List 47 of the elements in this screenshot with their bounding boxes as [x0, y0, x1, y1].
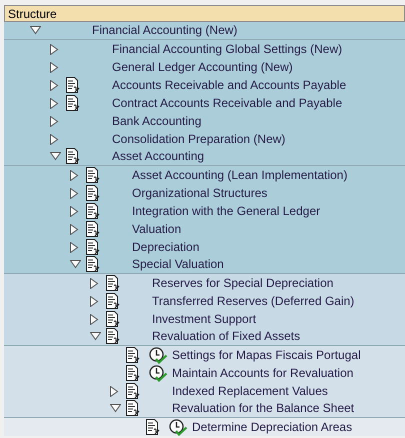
document-icon [85, 256, 102, 273]
document-icon [65, 76, 82, 94]
caret-right-icon[interactable] [50, 98, 59, 108]
document-icon [65, 148, 82, 165]
caret-right-icon[interactable] [70, 170, 79, 180]
document-icon [65, 94, 82, 112]
document-icon [85, 238, 102, 256]
tree-item[interactable]: Asset Accounting [112, 149, 204, 164]
document-icon [145, 418, 162, 436]
caret-right-icon[interactable] [70, 242, 79, 252]
caret-right-icon[interactable] [50, 44, 59, 54]
caret-right-icon[interactable] [70, 206, 79, 216]
tree-item[interactable]: Depreciation [132, 240, 200, 254]
caret-right-icon[interactable] [50, 62, 59, 72]
caret-right-icon[interactable] [50, 80, 59, 90]
clock-check-icon [149, 364, 168, 382]
caret-down-icon[interactable] [50, 152, 61, 161]
document-icon [85, 220, 102, 238]
document-icon [125, 382, 142, 400]
document-icon [125, 346, 142, 364]
tree-item[interactable]: Valuation [132, 222, 182, 236]
clock-check-icon [169, 418, 188, 436]
caret-right-icon[interactable] [90, 314, 99, 324]
document-icon [105, 274, 122, 292]
document-icon [85, 184, 102, 202]
document-icon [125, 400, 142, 417]
clock-check-icon [149, 346, 168, 364]
document-icon [125, 364, 142, 382]
caret-right-icon[interactable] [70, 188, 79, 198]
caret-right-icon[interactable] [110, 386, 119, 396]
caret-right-icon[interactable] [70, 224, 79, 234]
document-icon [105, 292, 122, 310]
caret-right-icon[interactable] [50, 134, 59, 144]
caret-down-icon[interactable] [70, 260, 81, 269]
caret-right-icon[interactable] [90, 296, 99, 306]
caret-down-icon[interactable] [110, 404, 121, 413]
caret-down-icon[interactable] [30, 26, 41, 35]
caret-down-icon[interactable] [90, 332, 101, 341]
caret-right-icon[interactable] [90, 278, 99, 288]
tree-item[interactable]: Bank Accounting [112, 114, 202, 128]
caret-right-icon[interactable] [50, 116, 59, 126]
document-icon [85, 202, 102, 220]
document-icon [85, 166, 102, 184]
header-title: Structure [8, 6, 57, 22]
tree-item[interactable]: Special Valuation [132, 257, 224, 272]
document-icon [105, 310, 122, 328]
document-icon [105, 328, 122, 345]
